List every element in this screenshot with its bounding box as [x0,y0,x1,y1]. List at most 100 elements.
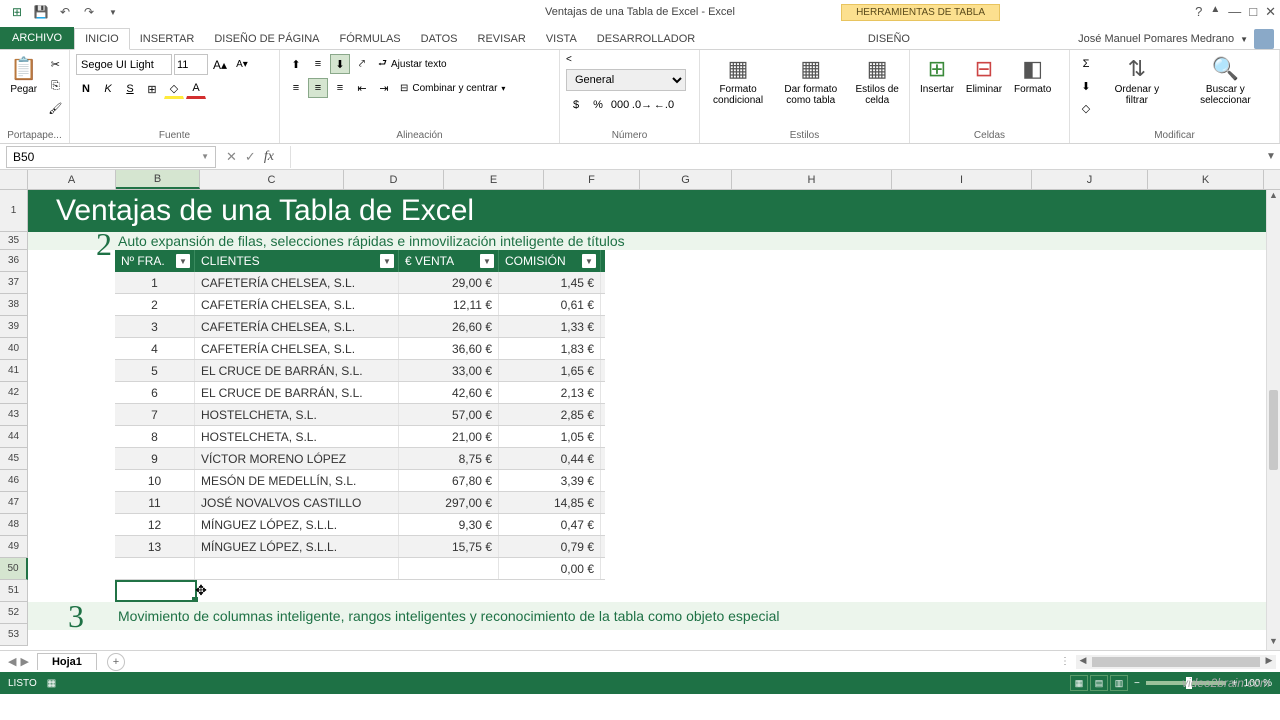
column-header-F[interactable]: F [544,170,640,189]
sort-filter-button[interactable]: ⇅Ordenar y filtrar [1100,54,1174,108]
table-row[interactable]: 9VÍCTOR MORENO LÓPEZ8,75 €0,44 € [115,448,605,470]
table-cell[interactable]: 3,39 € [499,470,601,491]
formula-input[interactable] [290,146,1262,168]
increase-indent-icon[interactable]: ⇥ [374,78,394,98]
select-all-button[interactable] [0,170,28,189]
table-cell[interactable]: 1,45 € [499,272,601,293]
increase-decimal-icon[interactable]: .0→ [632,95,652,115]
table-cell[interactable]: 1,65 € [499,360,601,381]
table-cell[interactable]: 13 [115,536,195,557]
tab-review[interactable]: REVISAR [468,29,536,49]
normal-view-icon[interactable]: ▦ [1070,675,1088,691]
tab-design[interactable]: DISEÑO [858,29,920,49]
undo-icon[interactable]: ↶ [56,3,74,21]
table-row[interactable]: 4CAFETERÍA CHELSEA, S.L.36,60 €1,83 € [115,338,605,360]
spreadsheet-grid[interactable]: 135363738394041424344454647484950515253 … [0,190,1280,650]
table-cell[interactable]: 3 [115,316,195,337]
tab-developer[interactable]: DESARROLLADOR [587,29,705,49]
table-cell[interactable]: 297,00 € [399,492,499,513]
table-cell[interactable]: 7 [115,404,195,425]
formula-expand-icon[interactable]: ▼ [1262,151,1280,162]
table-cell[interactable]: 0,47 € [499,514,601,535]
table-cell[interactable]: 6 [115,382,195,403]
maximize-icon[interactable]: □ [1249,4,1257,20]
borders-icon[interactable]: ⊞ [142,79,162,99]
align-right-icon[interactable]: ≡ [330,78,350,98]
format-painter-icon[interactable]: 🖌 [45,98,65,118]
decrease-decimal-icon[interactable]: ←.0 [654,95,674,115]
tab-file[interactable]: ARCHIVO [0,27,74,49]
table-cell[interactable]: 57,00 € [399,404,499,425]
sheet-prev-icon[interactable]: ◀ [8,655,16,668]
row-header-52[interactable]: 52 [0,602,28,624]
column-header-I[interactable]: I [892,170,1032,189]
table-cell[interactable] [115,558,195,579]
row-header-41[interactable]: 41 [0,360,28,382]
table-row[interactable]: 8HOSTELCHETA, S.L.21,00 €1,05 € [115,426,605,448]
row-header-49[interactable]: 49 [0,536,28,558]
column-header-E[interactable]: E [444,170,544,189]
name-box[interactable]: B50 ▼ [6,146,216,168]
table-cell[interactable]: 36,60 € [399,338,499,359]
align-middle-icon[interactable]: ≡ [308,54,328,74]
table-cell[interactable]: CAFETERÍA CHELSEA, S.L. [195,272,399,293]
table-cell[interactable]: 9 [115,448,195,469]
table-cell[interactable]: 1,33 € [499,316,601,337]
filter-dropdown-icon[interactable]: ▼ [582,254,596,268]
table-cell[interactable]: VÍCTOR MORENO LÓPEZ [195,448,399,469]
scroll-left-icon[interactable]: ◀ [1076,655,1090,669]
table-cell[interactable]: EL CRUCE DE BARRÁN, S.L. [195,382,399,403]
cut-icon[interactable]: ✂ [45,54,65,74]
table-cell[interactable]: 9,30 € [399,514,499,535]
scroll-thumb[interactable] [1269,390,1278,470]
row-header-44[interactable]: 44 [0,426,28,448]
filter-dropdown-icon[interactable]: ▼ [176,254,190,268]
table-row[interactable]: 6EL CRUCE DE BARRÁN, S.L.42,60 €2,13 € [115,382,605,404]
percent-icon[interactable]: % [588,95,608,115]
table-row[interactable]: 2CAFETERÍA CHELSEA, S.L.12,11 €0,61 € [115,294,605,316]
fx-icon[interactable]: fx [264,149,274,165]
number-format-select[interactable]: General [566,69,686,91]
sheet-next-icon[interactable]: ▶ [20,655,28,668]
table-cell[interactable]: 1,83 € [499,338,601,359]
row-header-1[interactable]: 1 [0,190,28,232]
currency-icon[interactable]: $ [566,95,586,115]
column-header-K[interactable]: K [1148,170,1264,189]
autosum-icon[interactable]: Σ [1076,54,1096,74]
font-name-input[interactable] [76,54,172,75]
table-cell[interactable]: 0,79 € [499,536,601,557]
table-cell[interactable]: MÍNGUEZ LÓPEZ, S.L.L. [195,514,399,535]
align-top-icon[interactable]: ⬆ [286,54,306,74]
row-header-39[interactable]: 39 [0,316,28,338]
table-cell[interactable]: JOSÉ NOVALVOS CASTILLO [195,492,399,513]
tab-formulas[interactable]: FÓRMULAS [330,29,411,49]
table-cell[interactable]: 21,00 € [399,426,499,447]
table-cell[interactable]: 67,80 € [399,470,499,491]
table-header-3[interactable]: COMISIÓN▼ [499,250,601,272]
table-row[interactable]: 5EL CRUCE DE BARRÁN, S.L.33,00 €1,65 € [115,360,605,382]
row-header-43[interactable]: 43 [0,404,28,426]
table-cell[interactable] [399,558,499,579]
table-header-0[interactable]: Nº FRA.▼ [115,250,195,272]
page-break-view-icon[interactable]: ▥ [1110,675,1128,691]
redo-icon[interactable]: ↷ [80,3,98,21]
tab-page-layout[interactable]: DISEÑO DE PÁGINA [204,29,329,49]
qat-dropdown-icon[interactable]: ▼ [104,3,122,21]
table-row[interactable]: 11JOSÉ NOVALVOS CASTILLO297,00 €14,85 € [115,492,605,514]
row-header-38[interactable]: 38 [0,294,28,316]
table-row[interactable]: 13MÍNGUEZ LÓPEZ, S.L.L.15,75 €0,79 € [115,536,605,558]
table-cell[interactable]: CAFETERÍA CHELSEA, S.L. [195,338,399,359]
table-cell[interactable]: 2 [115,294,195,315]
table-header-1[interactable]: CLIENTES▼ [195,250,399,272]
minimize-icon[interactable]: — [1228,4,1241,20]
align-bottom-icon[interactable]: ⬇ [330,54,350,74]
help-icon[interactable]: ? [1195,4,1202,20]
table-cell[interactable]: 33,00 € [399,360,499,381]
page-layout-view-icon[interactable]: ▤ [1090,675,1108,691]
table-cell[interactable] [195,558,399,579]
merge-center-button[interactable]: ⊟Combinar y centrar▾ [396,82,509,95]
bold-button[interactable]: N [76,79,96,99]
row-header-42[interactable]: 42 [0,382,28,404]
table-cell[interactable]: 0,44 € [499,448,601,469]
tab-data[interactable]: DATOS [411,29,468,49]
